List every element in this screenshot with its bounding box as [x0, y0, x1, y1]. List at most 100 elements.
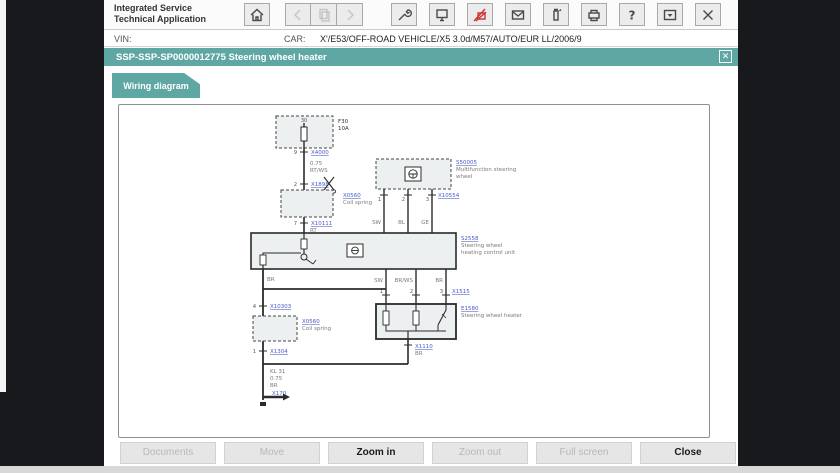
connector-x10111: 7 X10111 RT — [294, 221, 332, 234]
documents-button-footer[interactable]: Documents — [120, 442, 216, 464]
svg-text:X0560: X0560 — [343, 193, 361, 199]
wire-color-br: BR — [267, 277, 275, 283]
connection-red-icon — [472, 7, 488, 23]
svg-text:BR: BR — [435, 278, 443, 284]
svg-text:BR: BR — [270, 383, 278, 389]
connector-x1110: X1110 BR — [404, 339, 433, 364]
svg-text:3: 3 — [426, 197, 429, 203]
help-icon: ? — [624, 7, 640, 23]
document-bar: SSP-SSP-SP0000012775 Steering wheel heat… — [104, 48, 738, 66]
svg-text:heating control unit: heating control unit — [461, 250, 516, 256]
print-button[interactable] — [581, 3, 607, 26]
svg-text:2: 2 — [294, 182, 297, 188]
coil-spring-box-lower: X0560 Coil spring — [253, 316, 331, 341]
messages-button[interactable] — [505, 3, 531, 26]
fuse-box: 30 F30 10A — [276, 116, 349, 148]
svg-text:SW: SW — [372, 220, 381, 226]
svg-text:S2558: S2558 — [461, 236, 479, 242]
document-title: SSP-SSP-SP0000012775 Steering wheel heat… — [116, 52, 327, 63]
background-left-strip — [0, 0, 6, 392]
svg-text:X0560: X0560 — [302, 319, 320, 325]
connector-x1304: 1 X1304 — [253, 349, 288, 355]
monitor-icon — [434, 7, 450, 23]
app-title: Integrated Service Technical Application — [114, 3, 206, 25]
wrench-icon — [396, 7, 412, 23]
wire-end-dot — [260, 402, 266, 406]
document-close-icon[interactable]: ✕ — [719, 50, 732, 63]
vehicle-bar: VIN: CAR: X'/E53/OFF-ROAD VEHICLE/X5 3.0… — [104, 31, 738, 47]
svg-text:wheel: wheel — [456, 174, 473, 180]
svg-text:Coil spring: Coil spring — [343, 200, 372, 206]
svg-text:0.75: 0.75 — [310, 161, 323, 167]
back-button[interactable] — [285, 3, 311, 26]
svg-text:Coil spring: Coil spring — [302, 326, 331, 332]
title-toolbar: Integrated Service Technical Application — [104, 0, 738, 30]
ground-section: KL 31 0.75 BR X170 — [260, 369, 290, 406]
svg-text:1: 1 — [253, 349, 256, 355]
help-button[interactable]: ? — [619, 3, 645, 26]
svg-text:Multifunction steering: Multifunction steering — [456, 167, 516, 173]
coil-spring-box-upper — [281, 190, 333, 217]
svg-text:3: 3 — [440, 289, 443, 295]
printer-icon — [586, 7, 602, 23]
svg-text:E1580: E1580 — [461, 306, 479, 312]
zoom-out-button[interactable]: Zoom out — [432, 442, 528, 464]
vin-label: VIN: — [114, 34, 132, 44]
svg-text:GE: GE — [421, 220, 429, 226]
svg-text:Steering wheel heater: Steering wheel heater — [461, 313, 523, 319]
svg-text:2: 2 — [402, 197, 405, 203]
svg-text:7: 7 — [294, 221, 297, 227]
svg-text:X1304: X1304 — [270, 349, 288, 355]
vehicle-connection-button[interactable] — [467, 3, 493, 26]
svg-text:10A: 10A — [338, 126, 349, 132]
forward-arrow-icon — [342, 7, 358, 23]
screen-toggle-button[interactable] — [657, 3, 683, 26]
svg-text:RT/WS: RT/WS — [310, 168, 328, 174]
close-app-button[interactable] — [695, 3, 721, 26]
close-button[interactable]: Close — [640, 442, 736, 464]
wiring-diagram-canvas[interactable]: 30 F30 10A 9 X4000 0.75 RT/WS — [118, 104, 710, 438]
screen: Integrated Service Technical Application — [0, 0, 840, 473]
operations-button[interactable] — [391, 3, 417, 26]
close-icon — [700, 7, 716, 23]
documents-button[interactable] — [311, 3, 337, 26]
control-unit-box: S2558 Steering wheel heating control uni… — [251, 233, 516, 269]
svg-text:X10303: X10303 — [270, 304, 292, 310]
svg-text:SW: SW — [374, 278, 383, 284]
svg-text:X4000: X4000 — [311, 150, 329, 156]
car-label: CAR: — [284, 34, 306, 44]
home-button[interactable] — [244, 3, 270, 26]
connector-x10303: 4 X10303 — [253, 304, 292, 310]
wires-control-to-heater: SW BR/WS BR 1 2 3 X1515 — [374, 269, 470, 304]
ground-arrow-icon — [283, 394, 290, 401]
zoom-in-button[interactable]: Zoom in — [328, 442, 424, 464]
heater-box: E1580 Steering wheel heater — [376, 304, 523, 339]
footer-button-bar: Documents Move Zoom in Zoom out Full scr… — [104, 442, 738, 466]
svg-text:2: 2 — [410, 289, 413, 295]
move-button[interactable]: Move — [224, 442, 320, 464]
heating-element-icon — [413, 311, 419, 325]
connector-x1898: 2 X1898 — [294, 182, 329, 188]
screen-toggle-icon — [662, 7, 678, 23]
svg-text:X10111: X10111 — [311, 221, 332, 227]
car-value: X'/E53/OFF-ROAD VEHICLE/X5 3.0d/M57/AUTO… — [320, 34, 582, 44]
svg-text:4: 4 — [253, 304, 256, 310]
measurement-button[interactable] — [543, 3, 569, 26]
wiring-diagram: 30 F30 10A 9 X4000 0.75 RT/WS — [119, 105, 709, 437]
svg-text:BL: BL — [398, 220, 406, 226]
home-icon — [249, 7, 265, 23]
svg-text:9: 9 — [294, 150, 297, 156]
heating-element-icon — [383, 311, 389, 325]
svg-text:Steering wheel: Steering wheel — [461, 243, 503, 249]
svg-text:KL 31: KL 31 — [270, 369, 285, 375]
back-arrow-icon — [290, 7, 306, 23]
svg-text:X1110: X1110 — [415, 344, 433, 350]
wires-wheel-to-control: 1 2 3 X10554 SW BL GE — [372, 189, 460, 233]
probe-icon — [548, 7, 564, 23]
svg-text:X1515: X1515 — [452, 289, 470, 295]
full-screen-button[interactable]: Full screen — [536, 442, 632, 464]
documents-icon — [316, 7, 332, 23]
workshop-button[interactable] — [429, 3, 455, 26]
tab-wiring-diagram[interactable]: Wiring diagram — [112, 73, 200, 98]
forward-button[interactable] — [337, 3, 363, 26]
